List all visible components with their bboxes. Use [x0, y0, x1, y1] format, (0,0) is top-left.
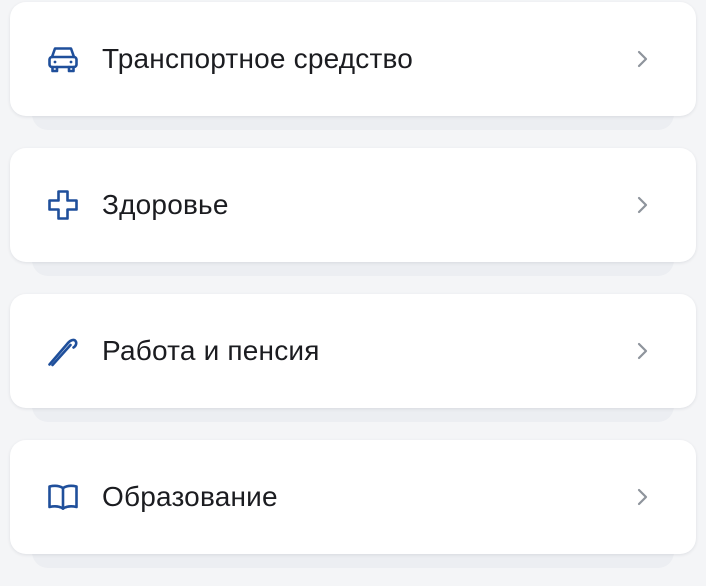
category-label: Транспортное средство: [102, 43, 414, 74]
category-card-transport[interactable]: Транспортное средство: [10, 2, 696, 116]
category-item-education: Образование: [10, 440, 696, 586]
category-item-transport: Транспортное средство: [10, 2, 696, 148]
category-card-education[interactable]: Образование: [10, 440, 696, 554]
category-label: Работа и пенсия: [102, 335, 320, 366]
chevron-right-icon: [637, 196, 648, 214]
category-list: Транспортное средство Здоровье Работа и …: [10, 2, 696, 586]
chevron-right-icon: [637, 50, 648, 68]
category-card-work-pension[interactable]: Работа и пенсия: [10, 294, 696, 408]
category-item-work-pension: Работа и пенсия: [10, 294, 696, 440]
cane-icon: [46, 334, 80, 368]
category-card-health[interactable]: Здоровье: [10, 148, 696, 262]
car-icon: [46, 42, 80, 76]
chevron-right-icon: [637, 342, 648, 360]
open-book-icon: [46, 480, 80, 514]
category-label: Здоровье: [102, 189, 229, 220]
chevron-right-icon: [637, 488, 648, 506]
category-label: Образование: [102, 481, 278, 512]
category-item-health: Здоровье: [10, 148, 696, 294]
medical-cross-icon: [46, 188, 80, 222]
